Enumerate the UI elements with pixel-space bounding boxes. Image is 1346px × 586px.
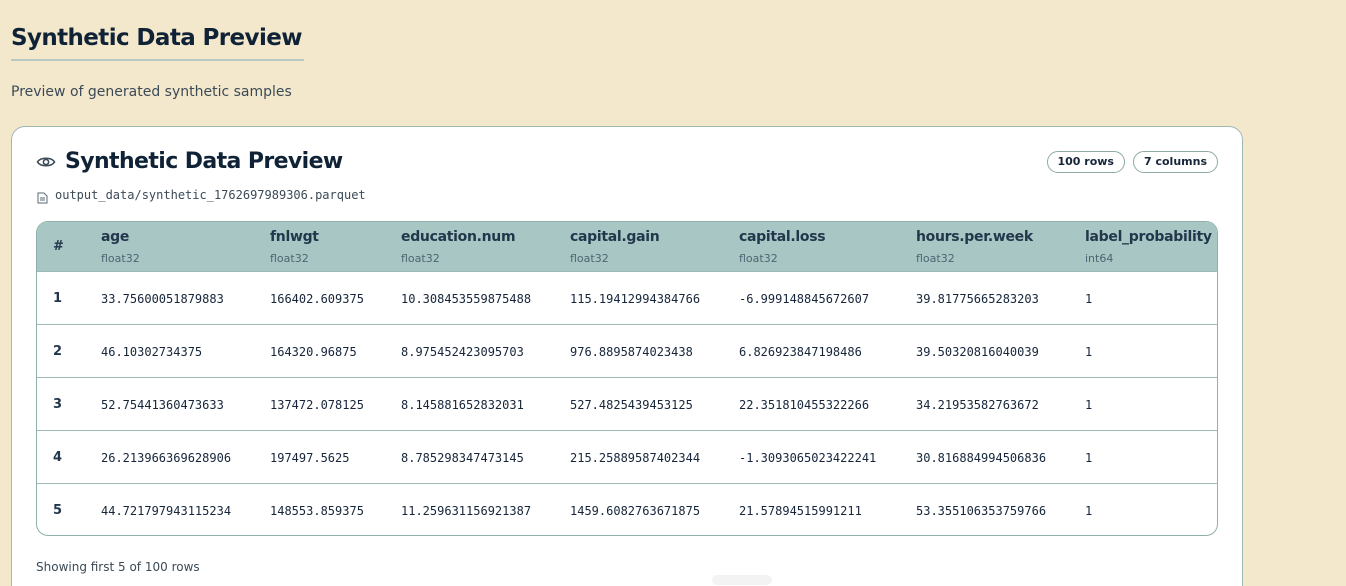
table-cell: 1459.6082763671875 <box>570 503 701 518</box>
table-row: 3 52.75441360473633 137472.078125 8.1458… <box>37 377 1217 430</box>
table-cell: 164320.96875 <box>270 344 357 359</box>
column-header-capital-gain[interactable]: capital.gain float32 <box>570 222 739 271</box>
column-header-age[interactable]: age float32 <box>101 222 270 271</box>
table-row: 2 46.10302734375 164320.96875 8.97545242… <box>37 324 1217 377</box>
decorative-shape <box>712 575 772 585</box>
columns-badge: 7 columns <box>1132 151 1218 173</box>
column-header-hours-per-week[interactable]: hours.per.week float32 <box>916 222 1085 271</box>
table-cell: 11.259631156921387 <box>401 503 532 518</box>
table-cell: 1 <box>1085 503 1093 518</box>
table-cell: 21.57894515991211 <box>739 503 862 518</box>
badge-group: 100 rows 7 columns <box>1046 151 1218 173</box>
column-type: int64 <box>1085 252 1114 265</box>
rows-badge: 100 rows <box>1046 151 1125 173</box>
row-index: 5 <box>53 503 63 519</box>
table-cell: 34.21953582763672 <box>916 397 1039 412</box>
table-cell: 53.355106353759766 <box>916 503 1047 518</box>
column-header-label-probability[interactable]: label_probability int64 <box>1085 222 1217 271</box>
table-cell: 8.975452423095703 <box>401 344 524 359</box>
column-name: fnlwgt <box>270 229 319 245</box>
row-index: 1 <box>53 291 63 306</box>
column-type: float32 <box>739 252 778 265</box>
table-cell: 10.308453559875488 <box>401 291 532 306</box>
column-name: age <box>101 229 130 245</box>
table-row: 5 44.721797943115234 148553.859375 11.25… <box>37 483 1217 535</box>
column-type: float32 <box>401 252 440 265</box>
table-cell: 1 <box>1085 291 1093 306</box>
table-cell: 33.75600051879883 <box>101 291 224 306</box>
column-header-capital-loss[interactable]: capital.loss float32 <box>739 222 916 271</box>
table-row: 4 26.213966369628906 197497.5625 8.78529… <box>37 430 1217 483</box>
table-cell: 52.75441360473633 <box>101 397 224 412</box>
table-cell: 1 <box>1085 344 1093 359</box>
table-cell: 8.785298347473145 <box>401 450 524 465</box>
table-cell: 1 <box>1085 450 1093 465</box>
column-header-education-num[interactable]: education.num float32 <box>401 222 570 271</box>
table-cell: 44.721797943115234 <box>101 503 232 518</box>
preview-card: Synthetic Data Preview 100 rows 7 column… <box>11 126 1243 586</box>
table-cell: 46.10302734375 <box>101 344 203 359</box>
eye-icon <box>36 152 56 172</box>
row-index: 4 <box>53 450 63 465</box>
row-index: 3 <box>53 397 63 412</box>
column-name: capital.loss <box>739 229 826 245</box>
table-cell: 8.145881652832031 <box>401 397 524 412</box>
table-cell: 22.351810455322266 <box>739 397 870 412</box>
column-name: education.num <box>401 229 516 245</box>
table-cell: -6.999148845672607 <box>739 291 870 306</box>
table-cell: 115.19412994384766 <box>570 291 701 306</box>
table-cell: 148553.859375 <box>270 503 364 518</box>
column-name: hours.per.week <box>916 229 1033 245</box>
column-header-fnlwgt[interactable]: fnlwgt float32 <box>270 222 401 271</box>
table-cell: 30.816884994506836 <box>916 450 1047 465</box>
row-index: 2 <box>53 344 63 359</box>
card-title: Synthetic Data Preview <box>65 149 343 174</box>
table-cell: 215.25889587402344 <box>570 450 701 465</box>
column-type: float32 <box>270 252 309 265</box>
data-table: # age float32 fnlwgt float32 education.n… <box>36 221 1218 536</box>
table-header-row: # age float32 fnlwgt float32 education.n… <box>37 222 1217 271</box>
table-cell: 1 <box>1085 397 1093 412</box>
table-cell: 197497.5625 <box>270 450 350 465</box>
table-cell: 39.50320816040039 <box>916 344 1039 359</box>
column-name: label_probability <box>1085 229 1212 245</box>
column-name: capital.gain <box>570 229 660 245</box>
table-cell: 137472.078125 <box>270 397 364 412</box>
page-title: Synthetic Data Preview <box>11 25 304 61</box>
table-cell: 39.81775665283203 <box>916 291 1039 306</box>
table-cell: 976.8895874023438 <box>570 344 693 359</box>
table-row: 1 33.75600051879883 166402.609375 10.308… <box>37 271 1217 324</box>
rows-shown-note: Showing first 5 of 100 rows <box>36 560 200 574</box>
column-type: float32 <box>570 252 609 265</box>
index-header: # <box>53 239 64 254</box>
table-cell: -1.3093065023422241 <box>739 450 877 465</box>
page-subtitle: Preview of generated synthetic samples <box>11 84 292 100</box>
column-type: float32 <box>101 252 140 265</box>
table-cell: 6.826923847198486 <box>739 344 862 359</box>
file-path: output_data/synthetic_1762697989306.parq… <box>55 188 366 202</box>
file-icon <box>37 189 48 204</box>
file-path-row: output_data/synthetic_1762697989306.parq… <box>37 188 366 204</box>
table-cell: 166402.609375 <box>270 291 364 306</box>
table-cell: 527.4825439453125 <box>570 397 693 412</box>
column-type: float32 <box>916 252 955 265</box>
table-cell: 26.213966369628906 <box>101 450 232 465</box>
card-header: Synthetic Data Preview <box>36 149 343 174</box>
